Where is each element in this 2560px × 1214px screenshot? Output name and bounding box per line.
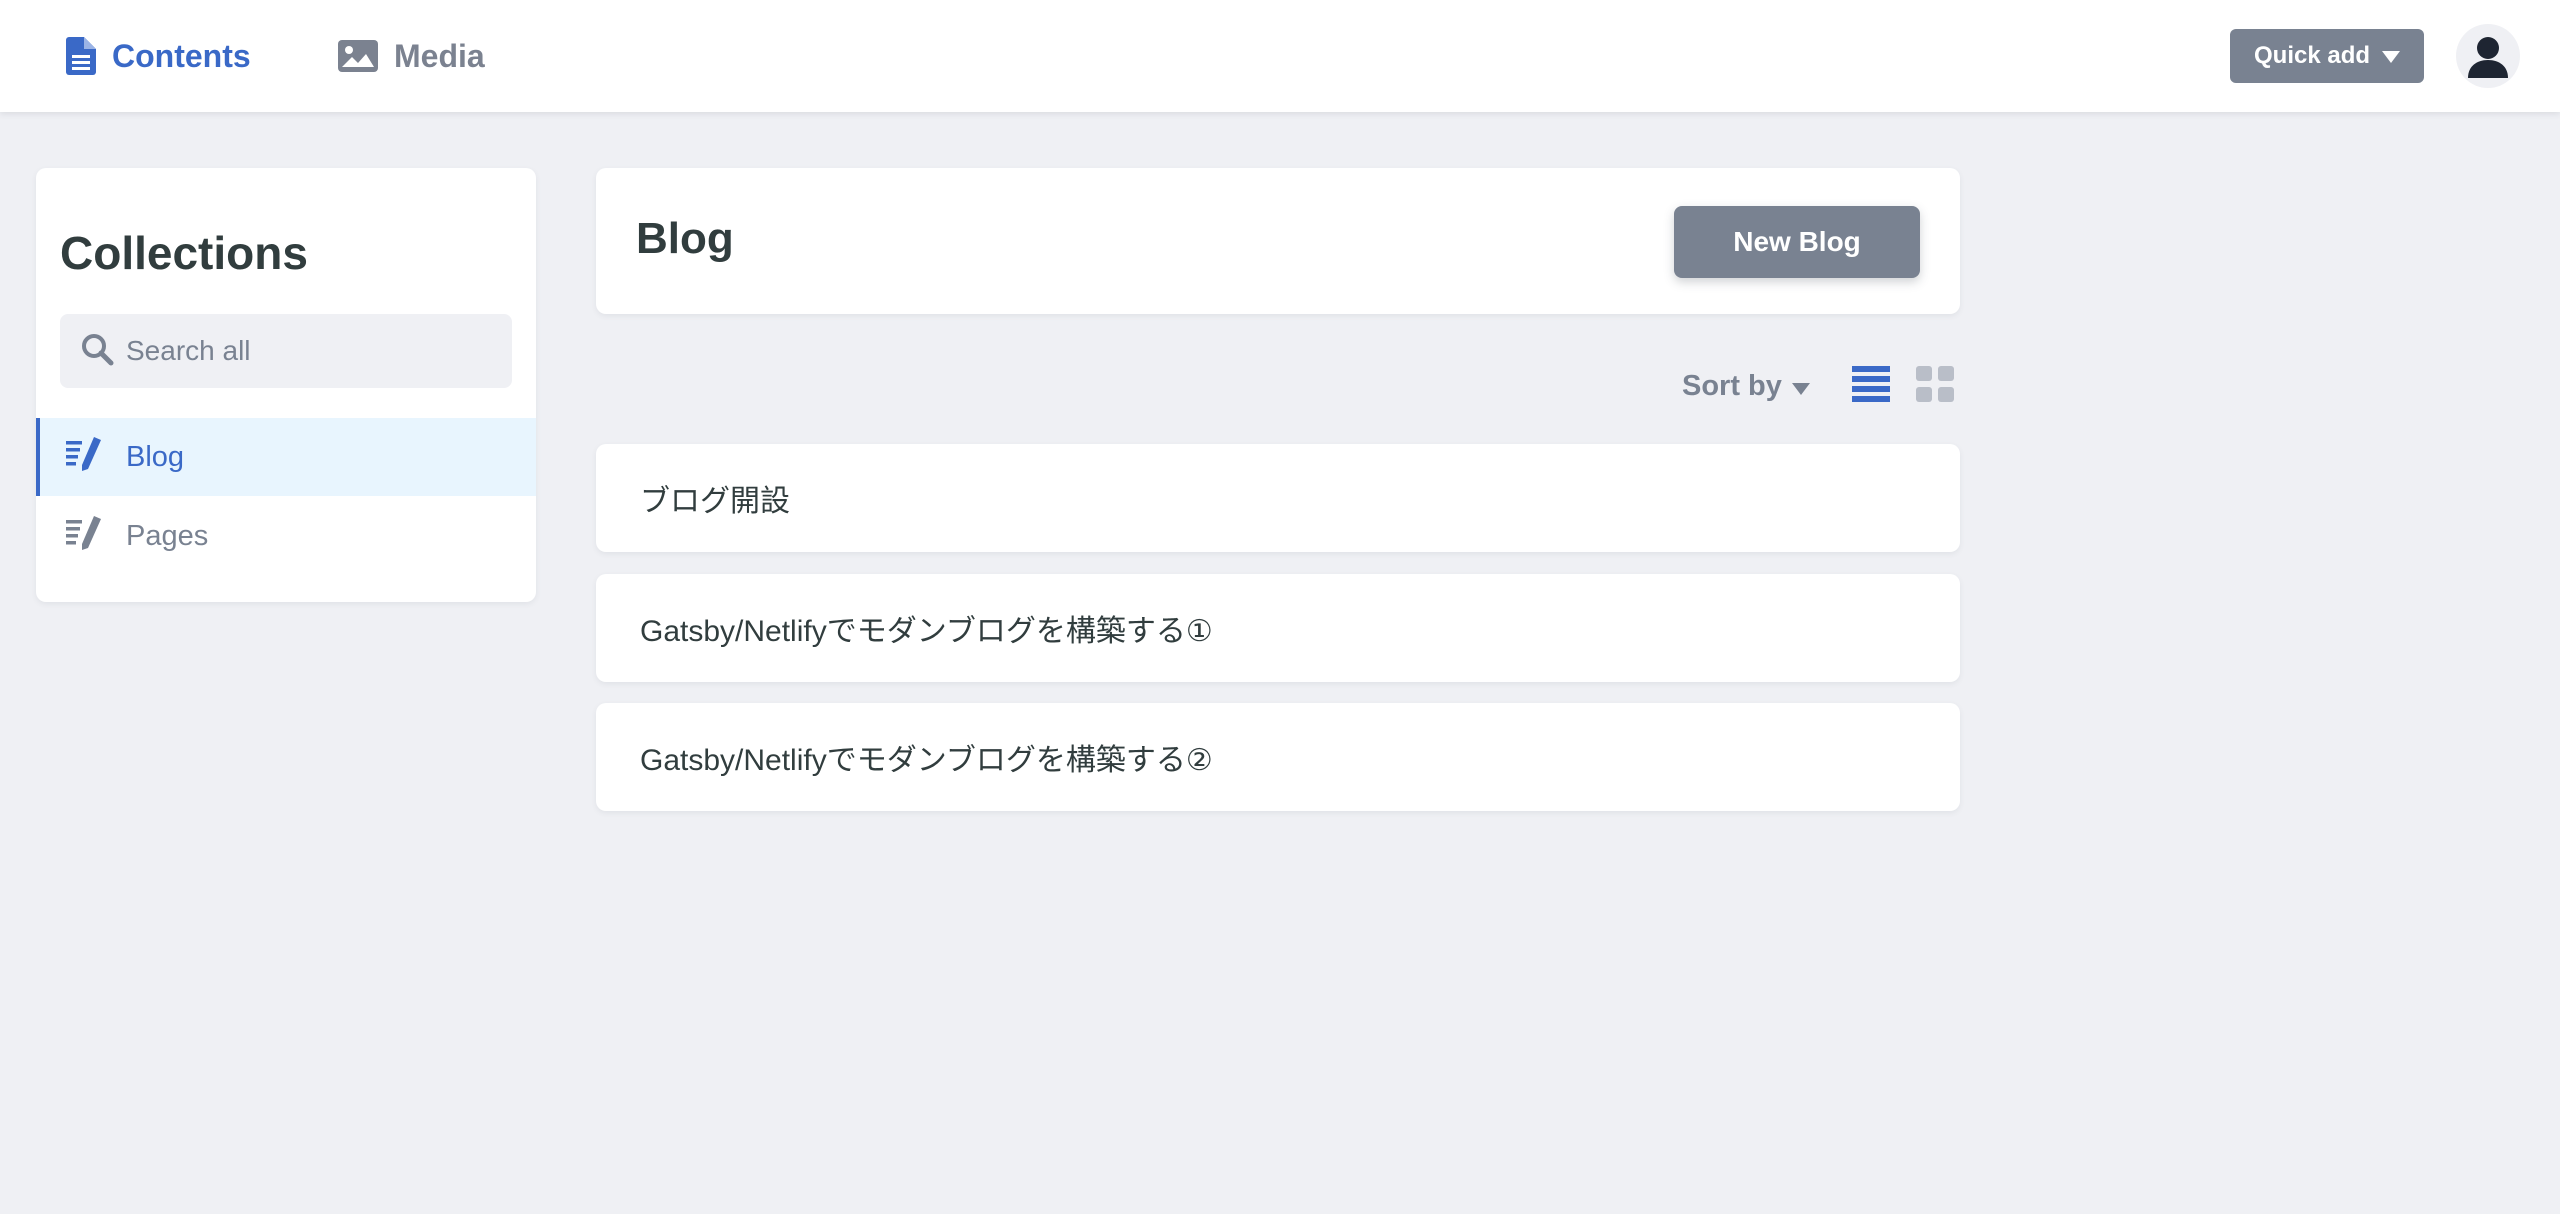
list-view-icon — [1852, 366, 1890, 408]
collection-header: Blog New Blog — [596, 168, 1960, 314]
nav-contents-link[interactable]: Contents — [66, 30, 251, 82]
edit-list-icon — [66, 514, 104, 558]
nav-contents-label: Contents — [112, 37, 251, 74]
quick-add-button[interactable]: Quick add — [2230, 29, 2424, 83]
avatar[interactable] — [2456, 24, 2520, 88]
caret-down-icon — [2382, 42, 2401, 70]
entry-card[interactable]: Gatsby/Netlifyでモダンブログを構築する② — [596, 703, 1960, 811]
caret-down-icon — [1791, 370, 1810, 403]
edit-list-icon — [66, 435, 104, 479]
top-bar: Contents Media Quick add — [0, 0, 2560, 112]
nav-media-label: Media — [394, 37, 485, 74]
collections-sidebar: Collections Blog — [36, 168, 536, 602]
sidebar-item-label: Pages — [126, 519, 209, 552]
document-icon — [66, 37, 96, 75]
grid-view-toggle[interactable] — [1916, 364, 1954, 409]
sort-by-label: Sort by — [1682, 369, 1782, 402]
entry-card[interactable]: Gatsby/Netlifyでモダンブログを構築する① — [596, 574, 1960, 682]
nav-media-link[interactable]: Media — [338, 30, 485, 82]
search-icon — [80, 332, 114, 371]
sidebar-item-pages[interactable]: Pages — [36, 497, 536, 575]
entry-card[interactable]: ブログ開設 — [596, 444, 1960, 552]
search-box — [60, 314, 512, 388]
sidebar-item-blog[interactable]: Blog — [36, 418, 536, 496]
list-view-toggle[interactable] — [1852, 364, 1890, 409]
page-title: Blog — [636, 214, 734, 263]
search-input[interactable] — [126, 335, 506, 367]
grid-view-icon — [1916, 366, 1954, 408]
new-blog-button[interactable]: New Blog — [1674, 206, 1920, 278]
quick-add-label: Quick add — [2253, 42, 2371, 69]
collections-title: Collections — [60, 227, 308, 279]
user-icon — [2456, 37, 2520, 88]
sidebar-item-label: Blog — [126, 440, 185, 473]
image-icon — [338, 40, 378, 72]
sort-by-dropdown[interactable]: Sort by — [1682, 366, 1810, 406]
